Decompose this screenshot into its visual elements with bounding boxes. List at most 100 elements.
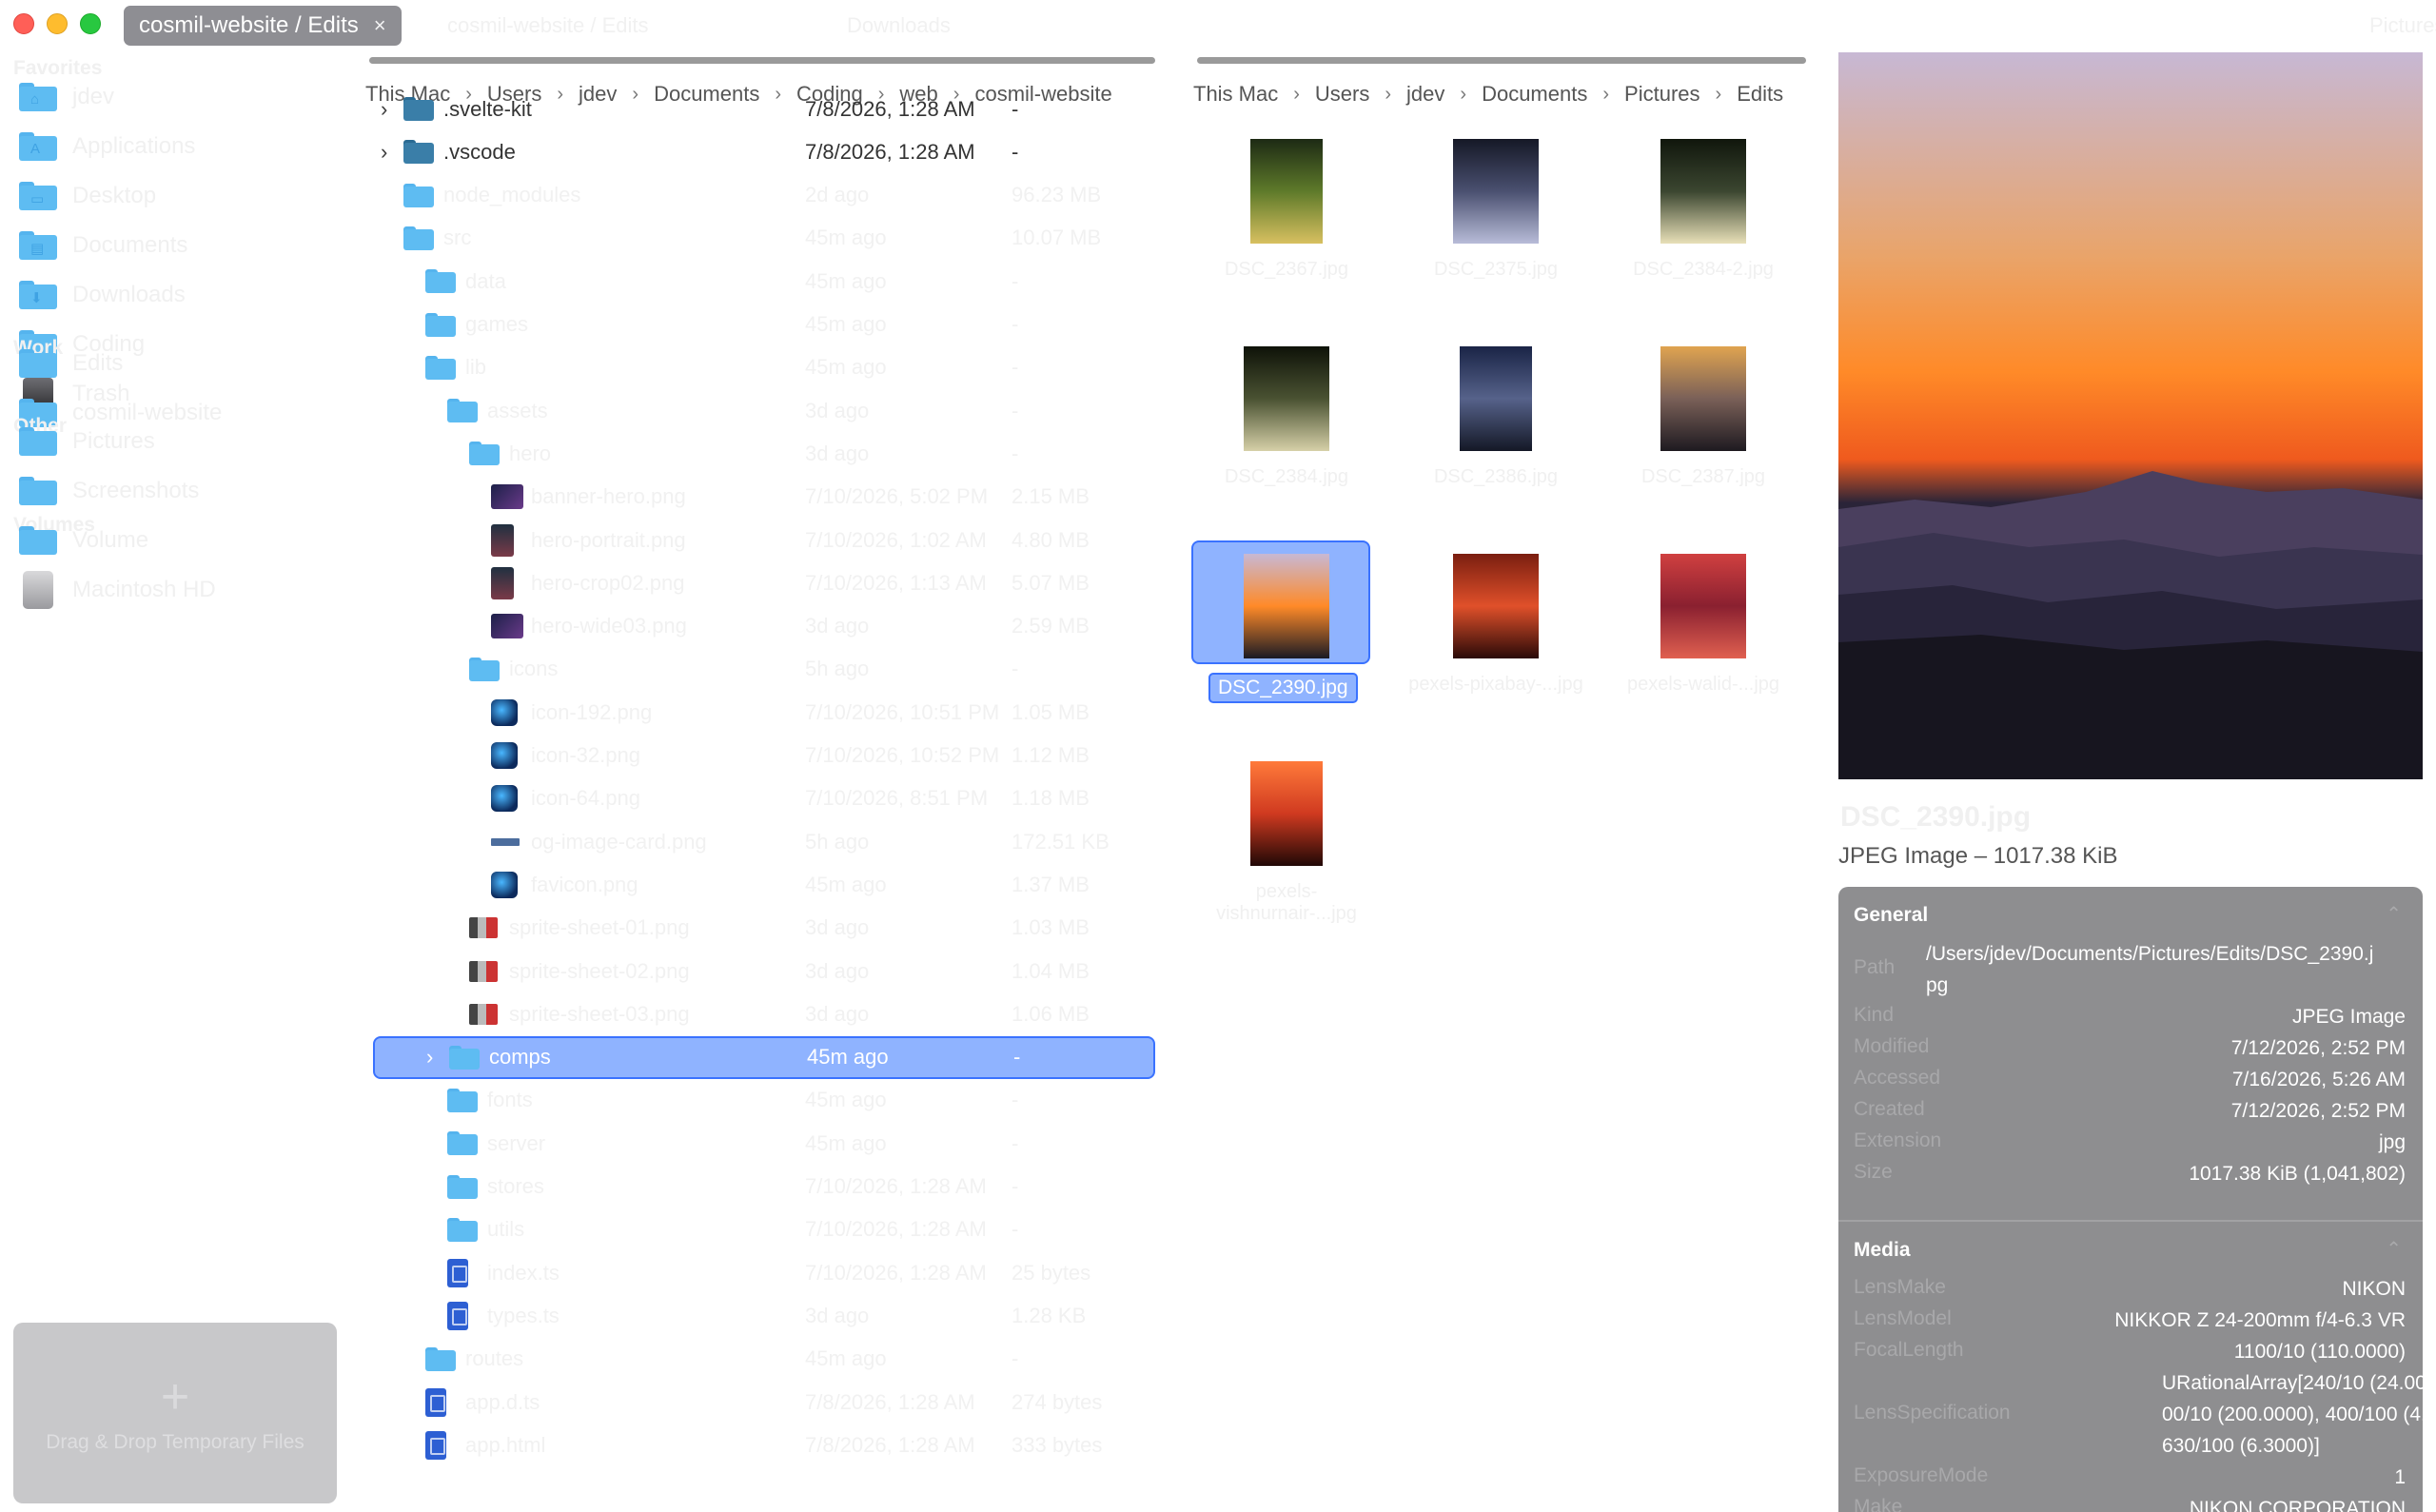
tree-row[interactable]: routes 45m ago - (369, 1338, 1159, 1381)
photo-thumbnail[interactable] (1244, 554, 1329, 658)
photo-thumbnail[interactable] (1660, 346, 1746, 451)
file-size: - (1012, 398, 1019, 422)
photo-thumbnail[interactable] (1453, 139, 1539, 244)
file-name: stores (487, 1174, 544, 1198)
chevron-up-icon[interactable]: ⌃ (2386, 902, 2402, 926)
tree-row[interactable]: games 45m ago - (369, 304, 1159, 346)
info-value: 7/12/2026, 2:52 PM (2230, 1037, 2406, 1059)
middle-panel-scrollbar[interactable] (1197, 57, 1806, 64)
minimize-window-button[interactable] (47, 13, 68, 34)
thumbnail-label[interactable]: pexels-pixabay-...jpg (1401, 674, 1591, 696)
photo-thumbnail[interactable] (1660, 554, 1746, 658)
tree-row[interactable]: hero-portrait.png 7/10/2026, 1:02 AM 4.80 … (369, 519, 1159, 561)
breadcrumb-item[interactable]: Documents (1482, 82, 1587, 107)
tree-row[interactable]: app.d.ts 7/8/2026, 1:28 AM 274 bytes (369, 1381, 1159, 1424)
tree-row[interactable]: app.html 7/8/2026, 1:28 AM 333 bytes (369, 1424, 1159, 1466)
tree-row[interactable]: src 45m ago 10.07 MB (369, 217, 1159, 260)
tree-row[interactable]: assets 3d ago - (369, 389, 1159, 432)
file-date: 45m ago (805, 1346, 887, 1371)
tree-row[interactable]: stores 7/10/2026, 1:28 AM - (369, 1166, 1159, 1208)
thumbnail-label[interactable]: DSC_2387.jpg (1608, 466, 1798, 488)
tree-row[interactable]: icon-32.png 7/10/2026, 10:52 PM 1.12 MB (369, 735, 1159, 777)
tree-row[interactable]: icon-64.png 7/10/2026, 8:51 PM 1.18 MB (369, 777, 1159, 820)
photo-thumbnail[interactable] (1453, 554, 1539, 658)
tree-row[interactable]: server 45m ago - (369, 1122, 1159, 1165)
file-name: favicon.png (531, 872, 638, 896)
sidebar-item-applications[interactable]: A Applications (19, 126, 333, 167)
photo-thumbnail[interactable] (1250, 761, 1323, 866)
file-date: 3d ago (805, 1001, 870, 1026)
photo-thumbnail[interactable] (1460, 346, 1532, 451)
active-tab[interactable]: cosmil-website / Edits × (124, 6, 402, 46)
chevron-up-icon[interactable]: ⌃ (2386, 1237, 2402, 1261)
thumbnail-label[interactable]: DSC_2367.jpg (1191, 259, 1382, 281)
folder-icon (425, 1346, 456, 1371)
tree-row[interactable]: banner-hero.png 7/10/2026, 5:02 PM 2.15 MB (369, 476, 1159, 519)
tab-ghost-2[interactable]: Downloads (847, 13, 951, 38)
sidebar-item-desktop[interactable]: ▭ Desktop (19, 175, 333, 217)
thumbnail-label[interactable]: pexels-vishnurnair-...jpg (1191, 881, 1382, 925)
tree-row[interactable]: sprite-sheet-01.png 3d ago 1.03 MB (369, 907, 1159, 950)
tree-row[interactable]: icon-192.png 7/10/2026, 10:51 PM 1.05 MB (369, 691, 1159, 734)
tree-row[interactable]: icons 5h ago - (369, 648, 1159, 691)
sidebar-item-macintosh-hd[interactable]: Macintosh HD (19, 569, 333, 611)
breadcrumb-item[interactable]: This Mac (1193, 82, 1278, 107)
tree-row[interactable]: favicon.png 45m ago 1.37 MB (369, 863, 1159, 906)
breadcrumb-item[interactable]: Edits (1737, 82, 1783, 107)
photo-thumbnail[interactable] (1660, 139, 1746, 244)
chevron-right-icon[interactable]: › (381, 140, 387, 165)
close-window-button[interactable] (13, 13, 34, 34)
chevron-right-icon[interactable]: › (381, 97, 387, 122)
file-size: - (1012, 1130, 1019, 1155)
thumbnail-label[interactable]: DSC_2384-2.jpg (1608, 259, 1798, 281)
tree-row[interactable]: node_modules 2d ago 96.23 MB (369, 174, 1159, 217)
file-size: - (1012, 312, 1019, 336)
tree-row[interactable]: sprite-sheet-02.png 3d ago 1.04 MB (369, 950, 1159, 992)
file-size: 1.12 MB (1012, 743, 1090, 767)
photo-thumbnail[interactable] (1244, 346, 1329, 451)
tree-row[interactable]: hero-wide03.png 3d ago 2.59 MB (369, 605, 1159, 648)
breadcrumb-item[interactable]: Pictures (1624, 82, 1699, 107)
tree-row[interactable]: index.ts 7/10/2026, 1:28 AM 25 bytes (369, 1251, 1159, 1294)
thumbnail-label[interactable]: DSC_2384.jpg (1191, 466, 1382, 488)
zoom-window-button[interactable] (80, 13, 101, 34)
thumbnail-label[interactable]: DSC_2386.jpg (1401, 466, 1591, 488)
tree-row[interactable]: hero-crop02.png 7/10/2026, 1:13 AM 5.07 MB (369, 561, 1159, 604)
photo-thumbnail[interactable] (1250, 139, 1323, 244)
tree-row[interactable]: types.ts 3d ago 1.28 KB (369, 1294, 1159, 1337)
sidebar-item-pictures[interactable]: Pictures (19, 421, 333, 462)
thumbnail-label[interactable]: DSC_2375.jpg (1401, 259, 1591, 281)
media-heading[interactable]: Media (1854, 1239, 1911, 1262)
tree-row-selected[interactable]: › comps 45m ago - (373, 1035, 1155, 1079)
tree-row[interactable]: lib 45m ago - (369, 346, 1159, 389)
tab-ghost-1[interactable]: cosmil-website / Edits (447, 13, 649, 38)
tree-row[interactable]: og-image-card.png 5h ago 172.51 KB (369, 820, 1159, 863)
sidebar-item-volume[interactable]: Volume (19, 520, 333, 561)
tree-row[interactable]: utils 7/10/2026, 1:28 AM - (369, 1208, 1159, 1251)
tree-row[interactable]: data 45m ago - (369, 260, 1159, 303)
left-panel-scrollbar[interactable] (369, 57, 1155, 64)
tree-row[interactable]: › .vscode 7/8/2026, 1:28 AM - (369, 130, 1159, 173)
tree-row[interactable]: sprite-sheet-03.png 3d ago 1.06 MB (369, 992, 1159, 1035)
tree-row[interactable]: fonts 45m ago - (369, 1079, 1159, 1122)
general-heading[interactable]: General (1854, 904, 1928, 927)
sidebar-item-jdev[interactable]: ⌂ jdev (19, 76, 333, 118)
thumbnail-label[interactable]: pexels-walid-...jpg (1608, 674, 1798, 696)
breadcrumb-item[interactable]: jdev (1406, 82, 1444, 107)
tab-close-icon[interactable]: × (374, 13, 386, 38)
file-size: 4.80 MB (1012, 527, 1090, 552)
sidebar-item-downloads[interactable]: ⬇ Downloads (19, 274, 333, 316)
breadcrumb-item[interactable]: Users (1315, 82, 1369, 107)
chevron-right-icon[interactable]: › (426, 1045, 433, 1070)
tree-row[interactable]: › .svelte-kit 7/8/2026, 1:28 AM - (369, 88, 1159, 130)
sidebar-item-documents[interactable]: ▤ Documents (19, 225, 333, 266)
sidebar-item-edits[interactable]: Edits (19, 343, 333, 384)
drop-zone[interactable]: + Drag & Drop Temporary Files (13, 1323, 337, 1503)
folder-icon (19, 526, 57, 555)
sidebar-item-screenshots[interactable]: Screenshots (19, 470, 333, 512)
image-file-icon (469, 1003, 498, 1025)
tab-ghost-3[interactable]: Pictures (2369, 13, 2436, 38)
tree-row[interactable]: hero 3d ago - (369, 432, 1159, 475)
file-size: 2.15 MB (1012, 484, 1090, 509)
thumbnail-label-selected[interactable]: DSC_2390.jpg (1208, 673, 1358, 703)
